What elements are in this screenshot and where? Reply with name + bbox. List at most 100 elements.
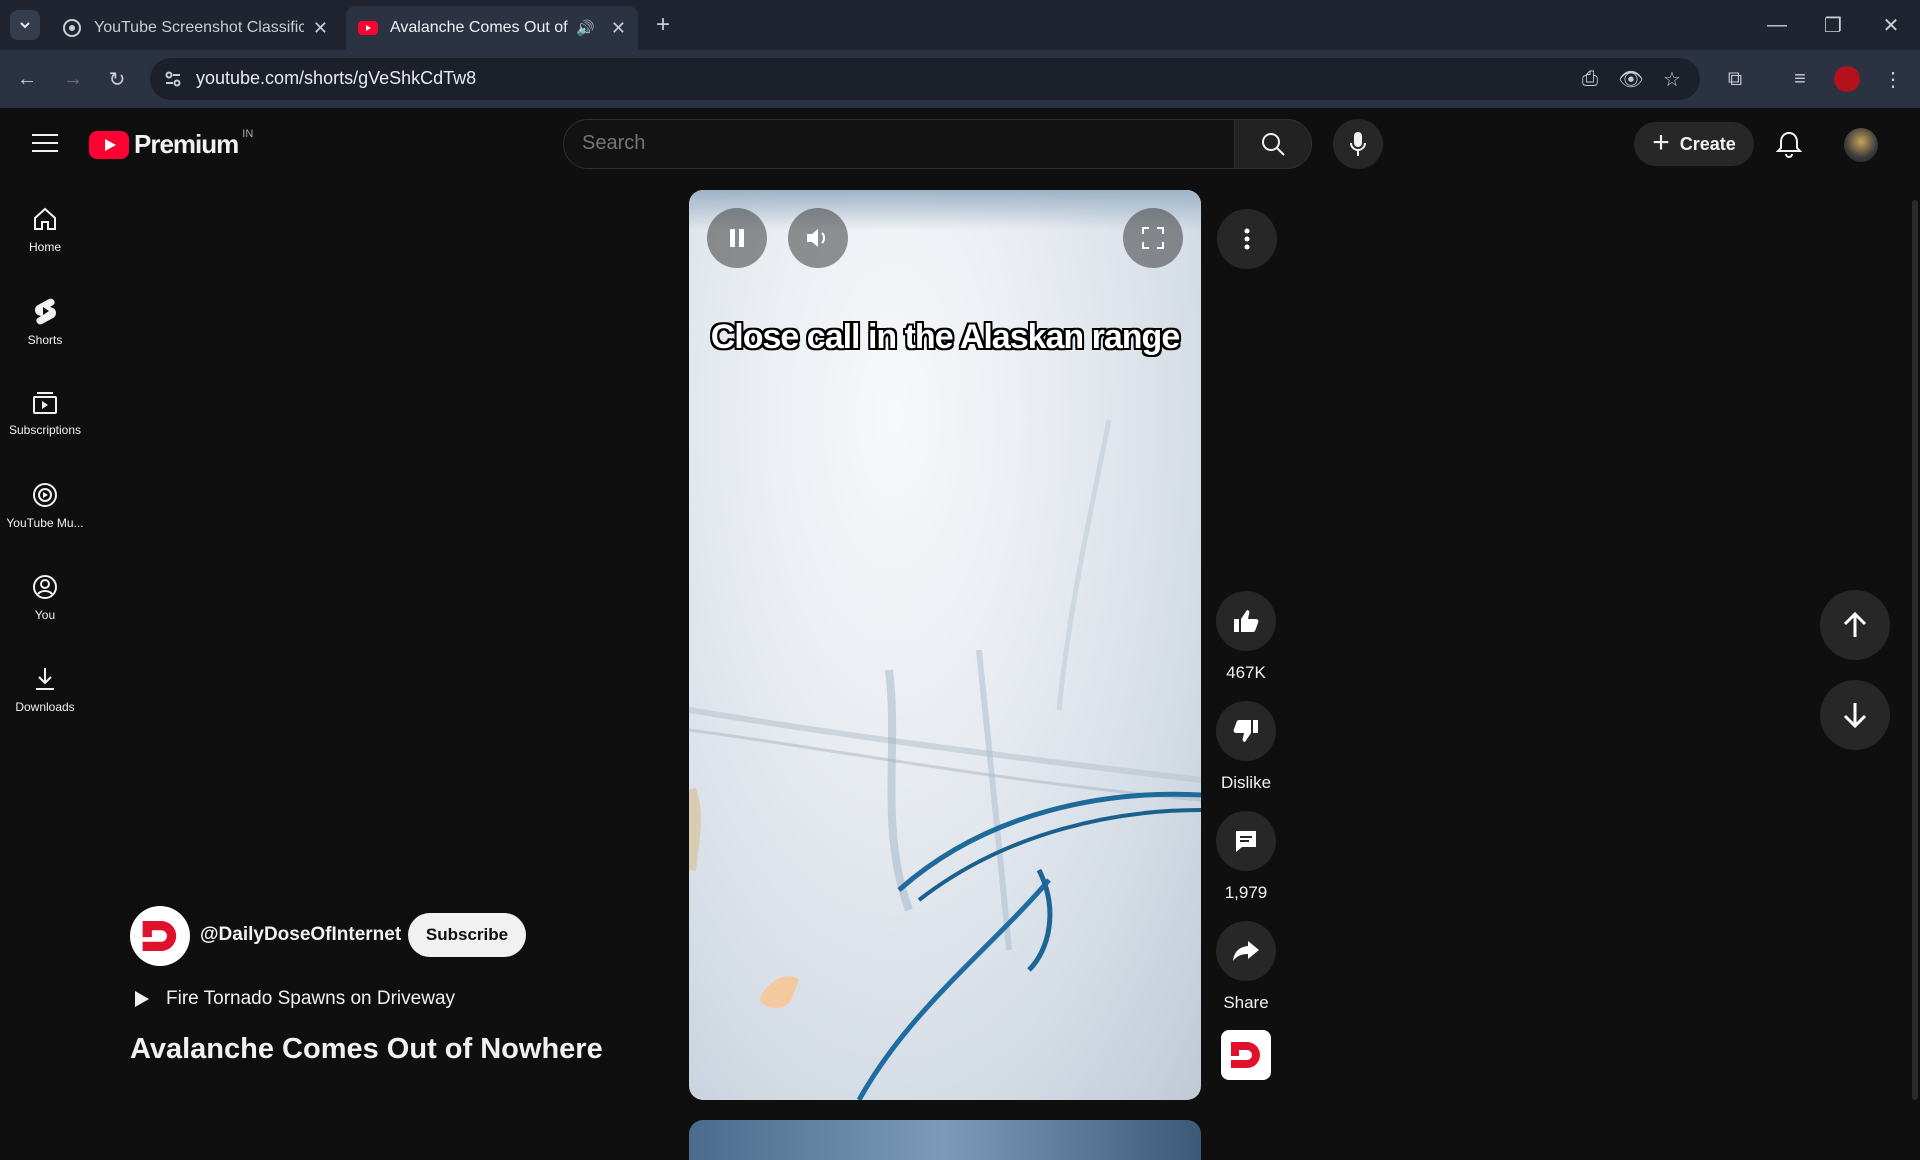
youtube-logo[interactable]: Premium IN xyxy=(89,127,254,160)
sidebar-item-subscriptions[interactable]: Subscriptions xyxy=(0,374,90,454)
related-video-link[interactable]: Fire Tornado Spawns on Driveway xyxy=(134,988,455,1010)
you-icon xyxy=(33,575,57,599)
sidebar-item-shorts[interactable]: Shorts xyxy=(0,282,90,362)
video-caption: Close call in the Alaskan range xyxy=(710,318,1180,356)
site-info-icon[interactable] xyxy=(164,70,182,88)
back-icon[interactable]: ← xyxy=(12,64,42,94)
comment-count: 1,979 xyxy=(1224,883,1268,902)
sidebar-item-label: You xyxy=(34,608,56,622)
close-tab-icon[interactable]: ✕ xyxy=(611,18,626,39)
fullscreen-icon xyxy=(1142,227,1164,249)
hand-watermark-icon xyxy=(759,976,799,1009)
sidebar-item-label: Subscriptions xyxy=(8,423,82,437)
channel-handle[interactable]: @DailyDoseOfInternet xyxy=(200,924,401,946)
next-short-preview[interactable] xyxy=(689,1120,1201,1160)
search-box xyxy=(563,119,1235,169)
share-action: Share xyxy=(1215,921,1277,1013)
forward-icon[interactable]: → xyxy=(58,64,88,94)
profile-avatar-icon[interactable] xyxy=(1832,64,1862,94)
close-tab-icon[interactable]: ✕ xyxy=(313,18,328,39)
channel-avatar[interactable] xyxy=(130,906,190,966)
comments-button[interactable] xyxy=(1216,811,1276,871)
share-label: Share xyxy=(1223,993,1269,1012)
sidebar-item-you[interactable]: You xyxy=(0,558,90,638)
tab-title: YouTube Screenshot Classificati xyxy=(94,19,304,36)
play-icon xyxy=(135,991,149,1007)
search-input[interactable] xyxy=(582,132,1182,155)
media-control-icon[interactable]: ≡ xyxy=(1785,64,1815,94)
fullscreen-button[interactable] xyxy=(1123,208,1183,268)
channel-thumbnail-button[interactable] xyxy=(1221,1030,1271,1080)
home-icon xyxy=(34,207,56,230)
sidebar-item-label: Downloads xyxy=(15,700,75,714)
channel-logo-icon xyxy=(1231,1042,1260,1068)
youtube-favicon-icon xyxy=(358,21,378,35)
bookmark-star-icon[interactable]: ☆ xyxy=(1657,64,1687,94)
previous-short-button[interactable] xyxy=(1820,590,1890,660)
extensions-icon[interactable]: ⧉ xyxy=(1720,64,1750,94)
voice-search-button[interactable] xyxy=(1333,119,1383,169)
reload-icon[interactable]: ↻ xyxy=(102,64,132,94)
url-text: youtube.com/shorts/gVeShkCdTw8 xyxy=(196,68,477,88)
region-label: IN xyxy=(242,127,254,140)
page-scrollbar[interactable] xyxy=(1912,200,1918,1100)
thumbs-down-icon xyxy=(1233,720,1258,742)
sidebar-item-downloads[interactable]: Downloads xyxy=(0,650,90,730)
close-window-icon[interactable]: ✕ xyxy=(1876,10,1906,40)
arrow-up-icon xyxy=(1843,612,1867,637)
audio-playing-icon[interactable]: 🔊 xyxy=(576,19,595,37)
tab-favicon-icon xyxy=(63,19,81,37)
comments-action: 1,979 xyxy=(1215,811,1277,903)
related-video-title: Fire Tornado Spawns on Driveway xyxy=(166,988,456,1009)
volume-button[interactable] xyxy=(788,208,848,268)
search-icon xyxy=(1262,133,1285,156)
youtube-logo-icon xyxy=(89,130,129,159)
like-button[interactable] xyxy=(1216,591,1276,651)
more-vert-icon xyxy=(1244,228,1250,250)
youtube-header: Premium IN + Create xyxy=(0,108,1920,180)
tab-title: Avalanche Comes Out of Nowhere xyxy=(390,19,570,36)
browser-menu-icon[interactable]: ⋮ xyxy=(1878,64,1908,94)
restore-icon[interactable]: ❐ xyxy=(1818,10,1848,40)
more-options-button[interactable] xyxy=(1217,209,1277,269)
pause-icon xyxy=(730,229,744,247)
hamburger-menu-icon[interactable] xyxy=(32,132,58,154)
account-avatar[interactable] xyxy=(1844,128,1878,162)
dislike-button[interactable] xyxy=(1216,701,1276,761)
shorts-icon xyxy=(35,298,56,325)
plus-icon: + xyxy=(1652,125,1670,159)
subscribe-button[interactable]: Subscribe xyxy=(408,913,526,957)
create-button[interactable]: + Create xyxy=(1634,122,1754,166)
tab-avalanche[interactable]: Avalanche Comes Out of Nowhere 🔊 ✕ xyxy=(346,6,638,50)
sidebar-item-label: Home xyxy=(28,240,61,254)
share-button[interactable] xyxy=(1216,921,1276,981)
notifications-bell-icon[interactable] xyxy=(1776,130,1802,158)
sidebar-item-home[interactable]: Home xyxy=(0,190,90,270)
like-action: 467K xyxy=(1215,591,1277,683)
tab-list-chevron-icon[interactable] xyxy=(10,10,40,40)
shorts-video-player[interactable]: Close call in the Alaskan range xyxy=(689,190,1201,1100)
like-count: 467K xyxy=(1226,663,1266,682)
browser-tab-bar: YouTube Screenshot Classificati ✕ Avalan… xyxy=(0,0,1920,50)
thumbs-up-icon xyxy=(1234,610,1259,632)
new-tab-icon[interactable]: + xyxy=(648,10,678,40)
install-app-icon[interactable]: ⎙ xyxy=(1575,64,1605,94)
microphone-icon xyxy=(1350,132,1366,156)
next-short-button[interactable] xyxy=(1820,680,1890,750)
address-bar[interactable]: youtube.com/shorts/gVeShkCdTw8 ⎙ 👁 ☆ xyxy=(150,58,1700,100)
search-button[interactable] xyxy=(1234,119,1312,169)
minimize-icon[interactable]: — xyxy=(1762,10,1792,40)
sidebar-item-label: Shorts xyxy=(27,333,63,347)
comment-icon xyxy=(1236,831,1256,852)
tab-youtube-screenshot[interactable]: YouTube Screenshot Classificati ✕ xyxy=(50,6,340,50)
channel-logo-icon xyxy=(142,920,177,952)
youtube-music-icon xyxy=(33,483,57,507)
download-icon xyxy=(36,668,54,690)
share-arrow-icon xyxy=(1233,941,1259,961)
sidebar-item-youtube-music[interactable]: YouTube Mu... xyxy=(0,466,90,546)
dislike-action: Dislike xyxy=(1215,701,1277,793)
eye-off-icon[interactable]: 👁 xyxy=(1616,64,1646,94)
subscriptions-icon xyxy=(33,392,57,414)
create-label: Create xyxy=(1679,133,1736,154)
pause-button[interactable] xyxy=(707,208,767,268)
